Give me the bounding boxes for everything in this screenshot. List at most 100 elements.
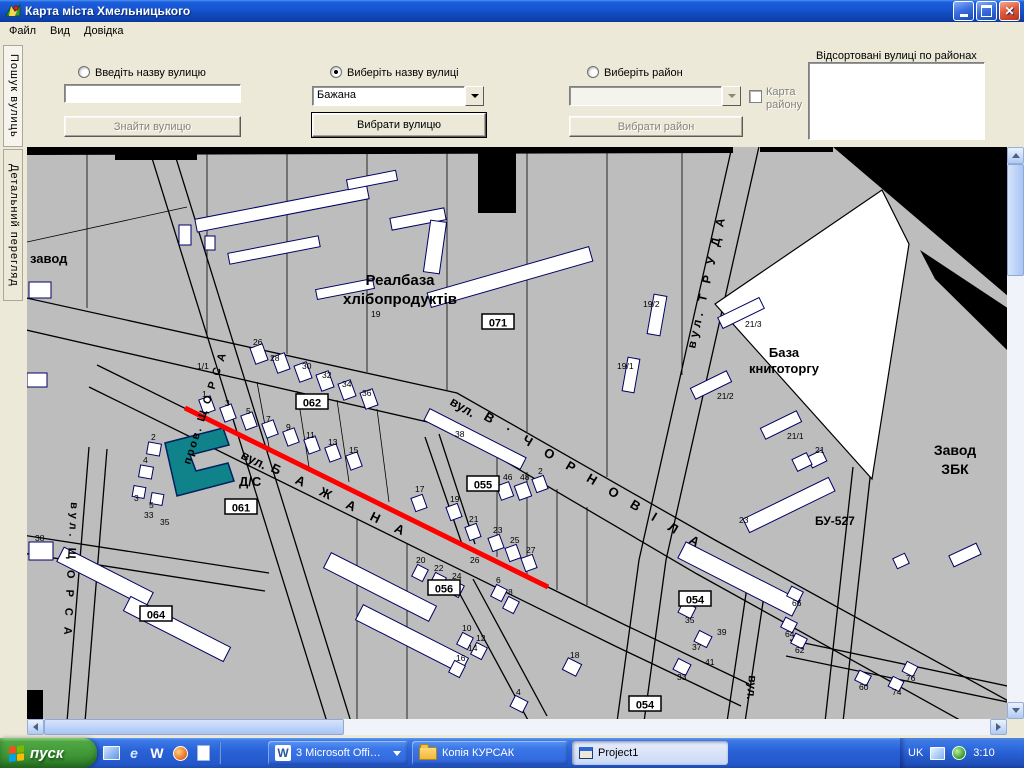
arrow-right-icon — [996, 723, 1001, 731]
building-number: 19/1 — [617, 361, 634, 371]
start-button[interactable]: пуск — [0, 738, 97, 768]
building-number: 38 — [35, 533, 45, 543]
building-number: 26 — [470, 555, 480, 565]
building-number: 2 — [151, 432, 156, 442]
document-icon[interactable] — [194, 744, 212, 762]
building-number: 37 — [692, 642, 702, 652]
task-word-group[interactable]: W 3 Microsoft Office ... — [268, 741, 408, 765]
menu-file[interactable]: Файл — [2, 23, 43, 39]
task-folder-kursak[interactable]: Копія КУРСАК — [412, 741, 568, 765]
building-number: 74 — [892, 687, 902, 697]
building-number: 35 — [685, 615, 695, 625]
building-number: 4 — [143, 455, 148, 465]
select-district-button: Вибрати район — [569, 116, 743, 137]
district-code: 054 — [636, 700, 655, 712]
horizontal-scroll-thumb[interactable] — [44, 719, 344, 735]
radio-select-street-label[interactable]: Виберіть назву вулиці — [347, 67, 459, 79]
start-button-label: пуск — [30, 744, 64, 762]
building-number: 34 — [342, 379, 352, 389]
select-street-button[interactable]: Вибрати вулицю — [311, 112, 487, 138]
radio-enter-street-label[interactable]: Введіть назву вулицю — [95, 67, 206, 79]
media-player-icon[interactable] — [171, 744, 189, 762]
antivirus-icon[interactable] — [952, 746, 967, 760]
horizontal-scrollbar[interactable] — [27, 719, 1007, 735]
district-code: 071 — [489, 318, 507, 330]
street-name-input[interactable] — [65, 85, 240, 102]
tab-street-search[interactable]: Пошук вулиць — [3, 45, 23, 147]
vertical-scrollbar[interactable] — [1007, 147, 1024, 719]
building-number: 21/1 — [787, 431, 804, 441]
building-number: 26 — [253, 337, 263, 347]
map-road-area — [115, 147, 197, 160]
building-number: 8 — [508, 587, 513, 597]
building-number: 18 — [570, 650, 580, 660]
radio-select-street[interactable] — [330, 66, 342, 78]
menu-help[interactable]: Довідка — [77, 23, 131, 39]
building-number: 10 — [462, 623, 472, 633]
show-desktop-icon[interactable] — [102, 744, 120, 762]
map-label: вул. — [744, 675, 760, 701]
building-number: 3 — [134, 493, 139, 503]
taskbar: пуск e W W 3 Microsoft Office ... Копія … — [0, 738, 1024, 768]
word-quicklaunch-icon[interactable]: W — [148, 744, 166, 762]
radio-select-district[interactable] — [587, 66, 599, 78]
app-icon[interactable] — [5, 3, 21, 19]
building-number: 15 — [349, 445, 359, 455]
radio-select-district-label[interactable]: Виберіть район — [604, 67, 683, 79]
sorted-streets-label: Відсортовані вулиці по районах — [816, 50, 977, 62]
district-combobox-value — [569, 86, 722, 106]
scrollbar-corner — [1007, 719, 1024, 735]
taskbar-separator — [219, 742, 221, 764]
map-canvas[interactable]: 1919/219/121/321/221/1212628303234361/11… — [27, 147, 1007, 719]
word-icon: W — [275, 745, 291, 761]
minimize-button[interactable] — [953, 1, 974, 21]
scroll-down-button[interactable] — [1007, 702, 1024, 719]
maximize-button[interactable] — [976, 1, 997, 21]
network-icon[interactable] — [930, 746, 946, 760]
map-area: 19 19/2 19/1 21/3 21/2 21/1 21 26 28 30 32 34 36 1/1 1… — [27, 147, 1007, 719]
menu-bar: Файл Вид Довідка — [0, 22, 1024, 40]
system-tray: UK 3:10 — [900, 738, 1024, 768]
building-number: 32 — [322, 370, 332, 380]
district-code: 054 — [686, 595, 705, 607]
vb-form-icon — [579, 747, 593, 759]
language-indicator[interactable]: UK — [908, 747, 923, 759]
scroll-left-button[interactable] — [27, 719, 44, 735]
street-combobox-value[interactable]: Бажана — [312, 86, 465, 106]
left-tab-strip: Пошук вулиць Детальний перегляд — [0, 40, 27, 738]
close-button[interactable]: ✕ — [999, 1, 1020, 21]
tab-detailed-view[interactable]: Детальний перегляд — [3, 149, 23, 301]
radio-enter-street[interactable] — [78, 66, 90, 78]
map-label: ЗБК — [941, 461, 969, 477]
minimize-icon — [959, 14, 968, 17]
district-code: 062 — [303, 398, 321, 410]
arrow-left-icon — [33, 723, 38, 731]
street-combobox-dropdown-button[interactable] — [465, 86, 484, 106]
building-number: 5 — [149, 500, 154, 510]
map-label: База — [769, 345, 800, 360]
street-name-input-wrap — [64, 84, 241, 103]
street-combobox[interactable]: Бажана — [312, 86, 484, 106]
vertical-scroll-thumb[interactable] — [1007, 164, 1024, 276]
scroll-up-button[interactable] — [1007, 147, 1024, 164]
task-buttons: W 3 Microsoft Office ... Копія КУРСАК Pr… — [268, 741, 728, 765]
building-number: 19/2 — [643, 299, 660, 309]
building-number: 36 — [362, 388, 372, 398]
task-project1[interactable]: Project1 — [572, 741, 728, 765]
folder-icon — [419, 743, 437, 760]
building-number: 41 — [705, 657, 715, 667]
building-number: 48 — [520, 472, 530, 482]
district-code: 056 — [435, 584, 453, 596]
quick-launch: e W — [102, 741, 223, 765]
sorted-streets-listbox[interactable] — [808, 62, 985, 140]
scroll-right-button[interactable] — [990, 719, 1007, 735]
building-number: 16 — [456, 653, 466, 663]
menu-view[interactable]: Вид — [43, 23, 77, 39]
district-combobox-dropdown-button — [722, 86, 741, 106]
district-code: 061 — [232, 503, 250, 515]
building-number: 1/1 — [197, 361, 209, 371]
map-road-area — [27, 690, 43, 719]
internet-explorer-icon[interactable]: e — [125, 744, 143, 762]
building-number: 19 — [371, 309, 381, 319]
building-number: 21 — [469, 514, 479, 524]
